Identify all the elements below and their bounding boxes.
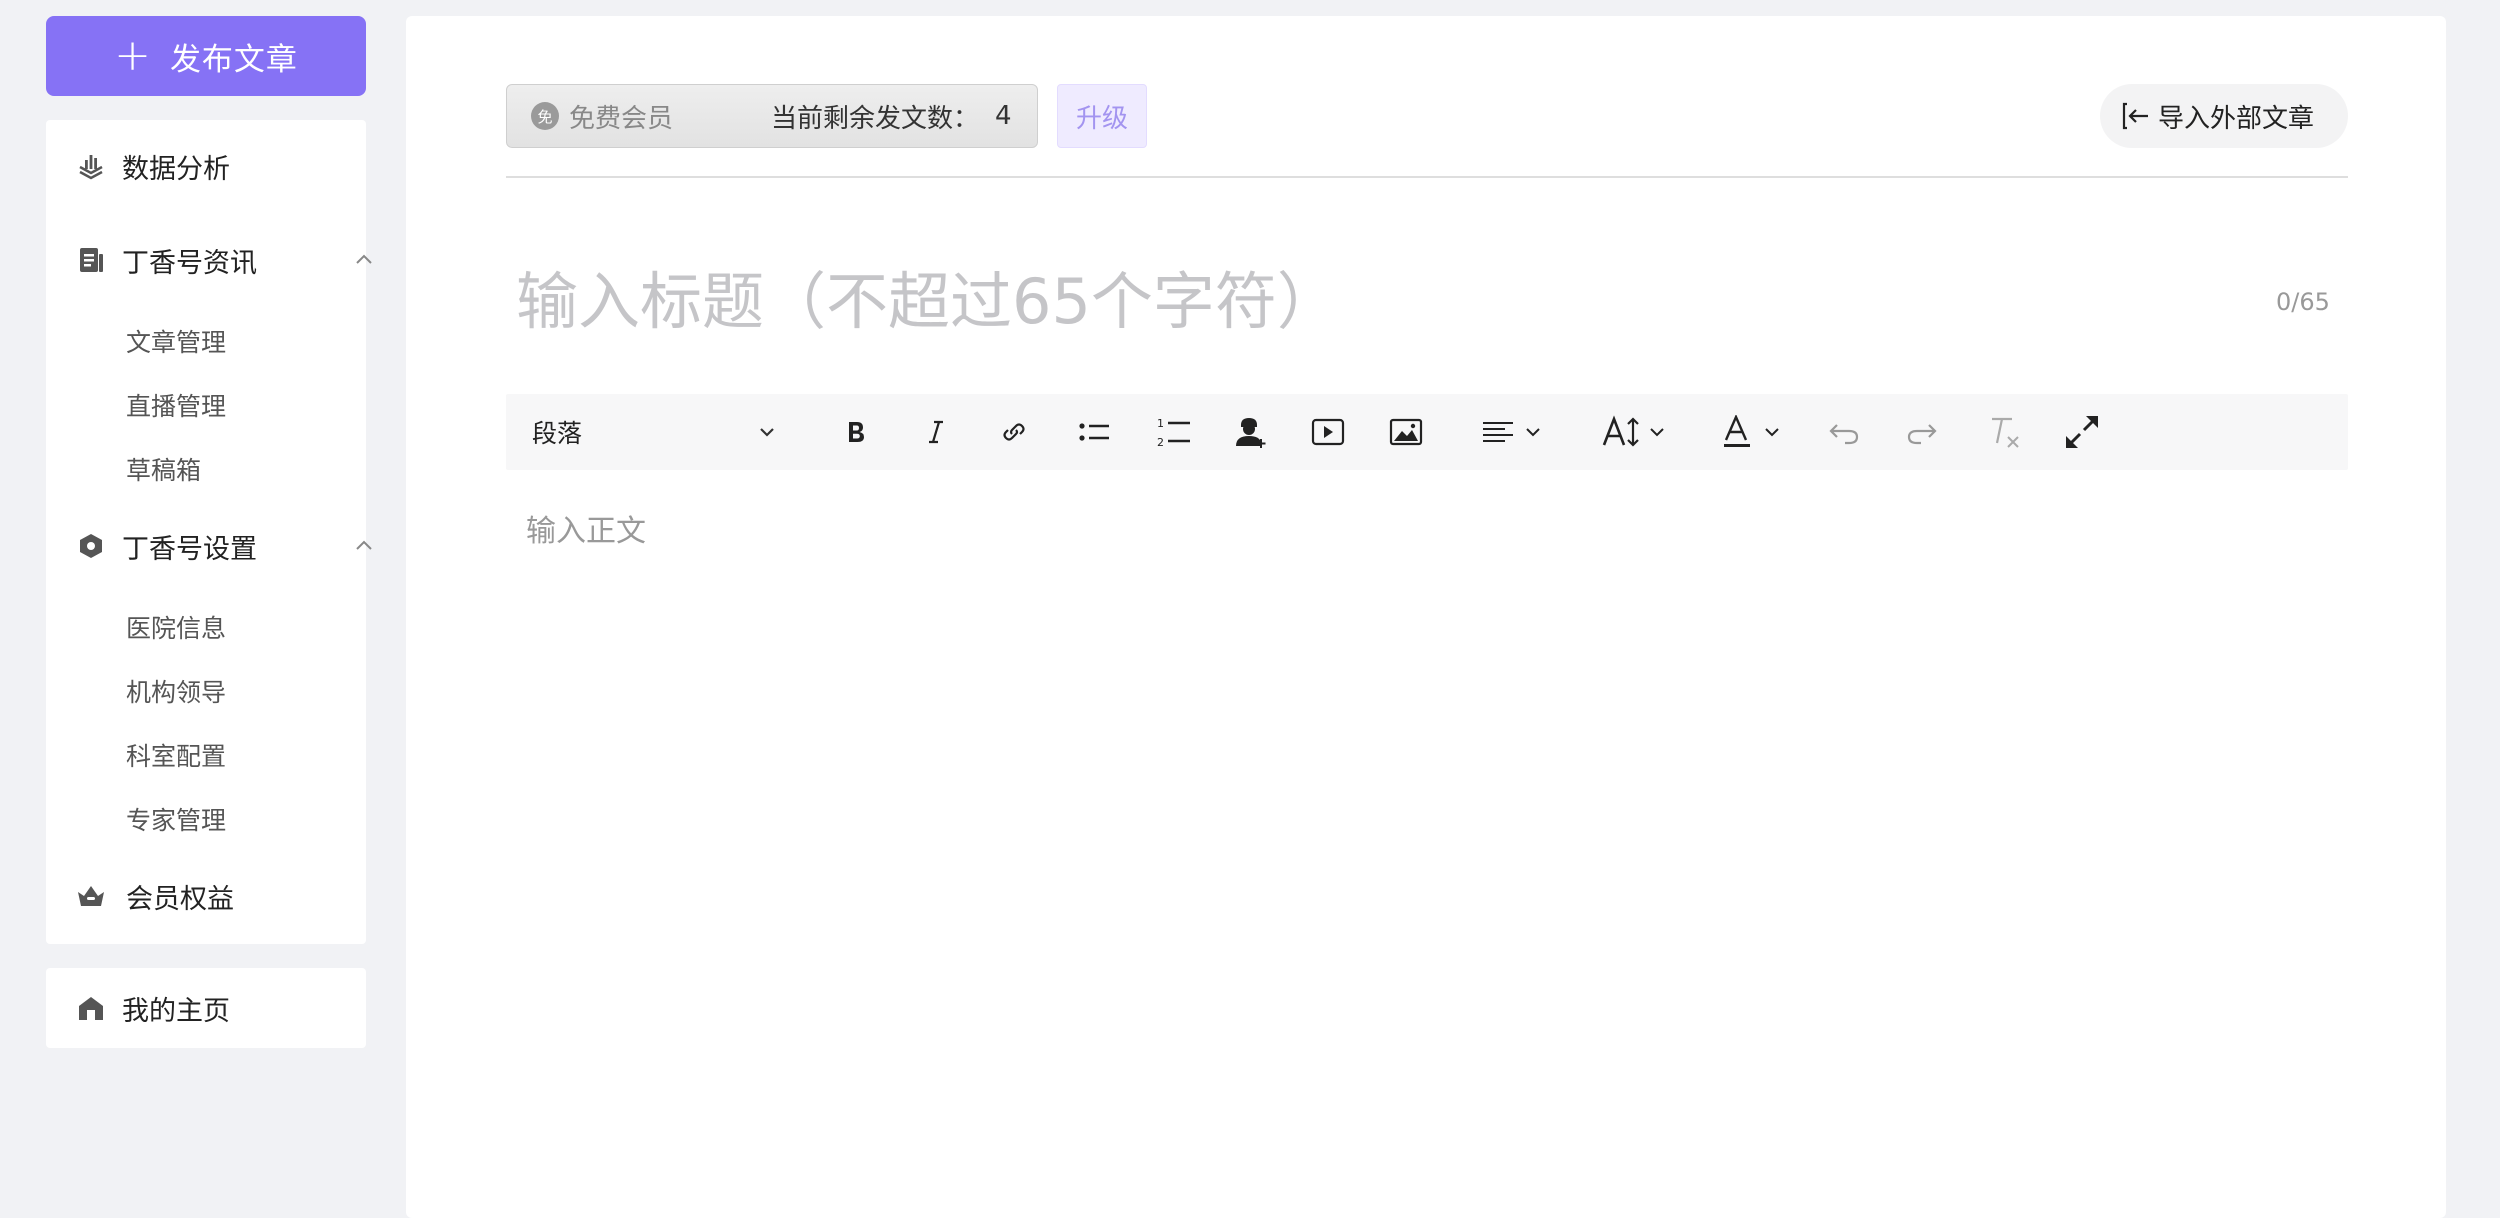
add-doctor-icon[interactable] bbox=[1220, 394, 1280, 470]
sidebar-item-data-analysis[interactable]: 数据分析 bbox=[46, 136, 366, 196]
sidebar-subitem-label: 文章管理 bbox=[126, 328, 227, 357]
svg-text:1: 1 bbox=[1157, 417, 1164, 430]
title-char-count: 0/65 bbox=[2276, 288, 2330, 316]
upgrade-button[interactable]: 升级 bbox=[1057, 84, 1147, 148]
free-member-badge: 免 bbox=[531, 102, 559, 130]
italic-icon[interactable] bbox=[906, 394, 966, 470]
crown-icon bbox=[76, 881, 106, 911]
sidebar-item-news[interactable]: 丁香号资讯 bbox=[46, 230, 372, 290]
remaining-posts-label: 当前剩余发文数： bbox=[771, 103, 980, 134]
header-divider bbox=[506, 176, 2348, 178]
chevron-down-icon bbox=[1765, 428, 1779, 437]
sidebar-subitem-label: 直播管理 bbox=[126, 392, 227, 421]
sidebar-item-department-config[interactable]: 科室配置 bbox=[46, 730, 366, 780]
sidebar-subitem-label: 草稿箱 bbox=[126, 456, 202, 485]
bold-icon[interactable] bbox=[826, 394, 886, 470]
publish-article-button[interactable]: + 发布文章 bbox=[46, 16, 366, 96]
publish-article-label: 发布文章 bbox=[169, 41, 298, 78]
membership-status: 免 免费会员 当前剩余发文数： 4 bbox=[506, 84, 1038, 148]
sidebar-item-label: 丁香号资讯 bbox=[122, 247, 257, 279]
svg-text:2: 2 bbox=[1157, 436, 1164, 449]
paragraph-style-value: 段落 bbox=[532, 419, 583, 448]
image-icon[interactable] bbox=[1376, 394, 1436, 470]
chevron-up-icon[interactable] bbox=[352, 534, 376, 558]
member-tier-label: 免费会员 bbox=[569, 103, 674, 134]
font-color-select[interactable] bbox=[1712, 394, 1792, 470]
data-analysis-icon bbox=[76, 151, 106, 181]
sidebar-item-article-management[interactable]: 文章管理 bbox=[46, 316, 366, 366]
clear-format-icon[interactable] bbox=[1974, 394, 2034, 470]
sidebar-item-drafts[interactable]: 草稿箱 bbox=[46, 444, 366, 494]
redo-icon[interactable] bbox=[1892, 394, 1952, 470]
font-size-icon bbox=[1602, 415, 1639, 447]
sidebar-subitem-label: 专家管理 bbox=[126, 806, 227, 835]
title-input[interactable] bbox=[516, 246, 2116, 356]
sidebar-subitem-label: 医院信息 bbox=[126, 614, 227, 643]
sidebar-nav: 数据分析 丁香号资讯 文章管理 直播管理 草稿箱 丁香号设置 医院信息 机构领导… bbox=[46, 120, 372, 944]
remaining-posts-count: 4 bbox=[995, 101, 1012, 131]
sidebar-item-settings[interactable]: 丁香号设置 bbox=[46, 516, 372, 576]
chevron-down-icon bbox=[1650, 428, 1664, 437]
body-editor[interactable]: 输入正文 bbox=[526, 506, 646, 550]
numbered-list-icon[interactable]: 12 bbox=[1144, 394, 1204, 470]
sidebar-subitem-label: 科室配置 bbox=[126, 742, 227, 771]
sidebar-item-member-benefits[interactable]: 会员权益 bbox=[46, 866, 366, 926]
editor-panel: 免 免费会员 当前剩余发文数： 4 升级 导入外部文章 0/65 段落 12 bbox=[406, 16, 2446, 1218]
chevron-up-icon[interactable] bbox=[352, 248, 376, 272]
plus-icon: + bbox=[114, 30, 152, 81]
sidebar-item-institution-leaders[interactable]: 机构领导 bbox=[46, 666, 366, 716]
sidebar-subitem-label: 机构领导 bbox=[126, 678, 227, 707]
align-select[interactable] bbox=[1472, 394, 1552, 470]
settings-hexagon-icon bbox=[76, 531, 106, 561]
sidebar-item-label: 数据分析 bbox=[122, 153, 230, 185]
chevron-down-icon bbox=[760, 428, 774, 437]
undo-icon[interactable] bbox=[1814, 394, 1874, 470]
sidebar-item-expert-management[interactable]: 专家管理 bbox=[46, 794, 366, 844]
link-icon[interactable] bbox=[984, 394, 1044, 470]
import-external-article-button[interactable]: 导入外部文章 bbox=[2100, 84, 2348, 148]
sidebar-item-label: 会员权益 bbox=[126, 883, 234, 915]
editor-toolbar: 段落 12 bbox=[506, 394, 2348, 470]
video-icon[interactable] bbox=[1298, 394, 1358, 470]
sidebar-item-my-homepage[interactable]: 我的主页 bbox=[46, 968, 366, 1048]
import-icon bbox=[2120, 100, 2152, 132]
document-icon bbox=[76, 245, 106, 275]
sidebar-item-live-management[interactable]: 直播管理 bbox=[46, 380, 366, 430]
align-icon bbox=[1483, 422, 1513, 442]
font-color-icon bbox=[1724, 415, 1750, 447]
font-size-select[interactable] bbox=[1592, 394, 1676, 470]
chevron-down-icon bbox=[1526, 428, 1540, 437]
home-icon bbox=[76, 993, 106, 1023]
import-external-article-label: 导入外部文章 bbox=[2158, 103, 2315, 134]
bullet-list-icon[interactable] bbox=[1064, 394, 1124, 470]
sidebar-item-hospital-info[interactable]: 医院信息 bbox=[46, 602, 366, 652]
fullscreen-icon[interactable] bbox=[2052, 394, 2112, 470]
paragraph-style-select[interactable]: 段落 bbox=[506, 394, 806, 470]
sidebar-item-label: 丁香号设置 bbox=[122, 533, 257, 565]
sidebar-item-label: 我的主页 bbox=[122, 995, 230, 1027]
